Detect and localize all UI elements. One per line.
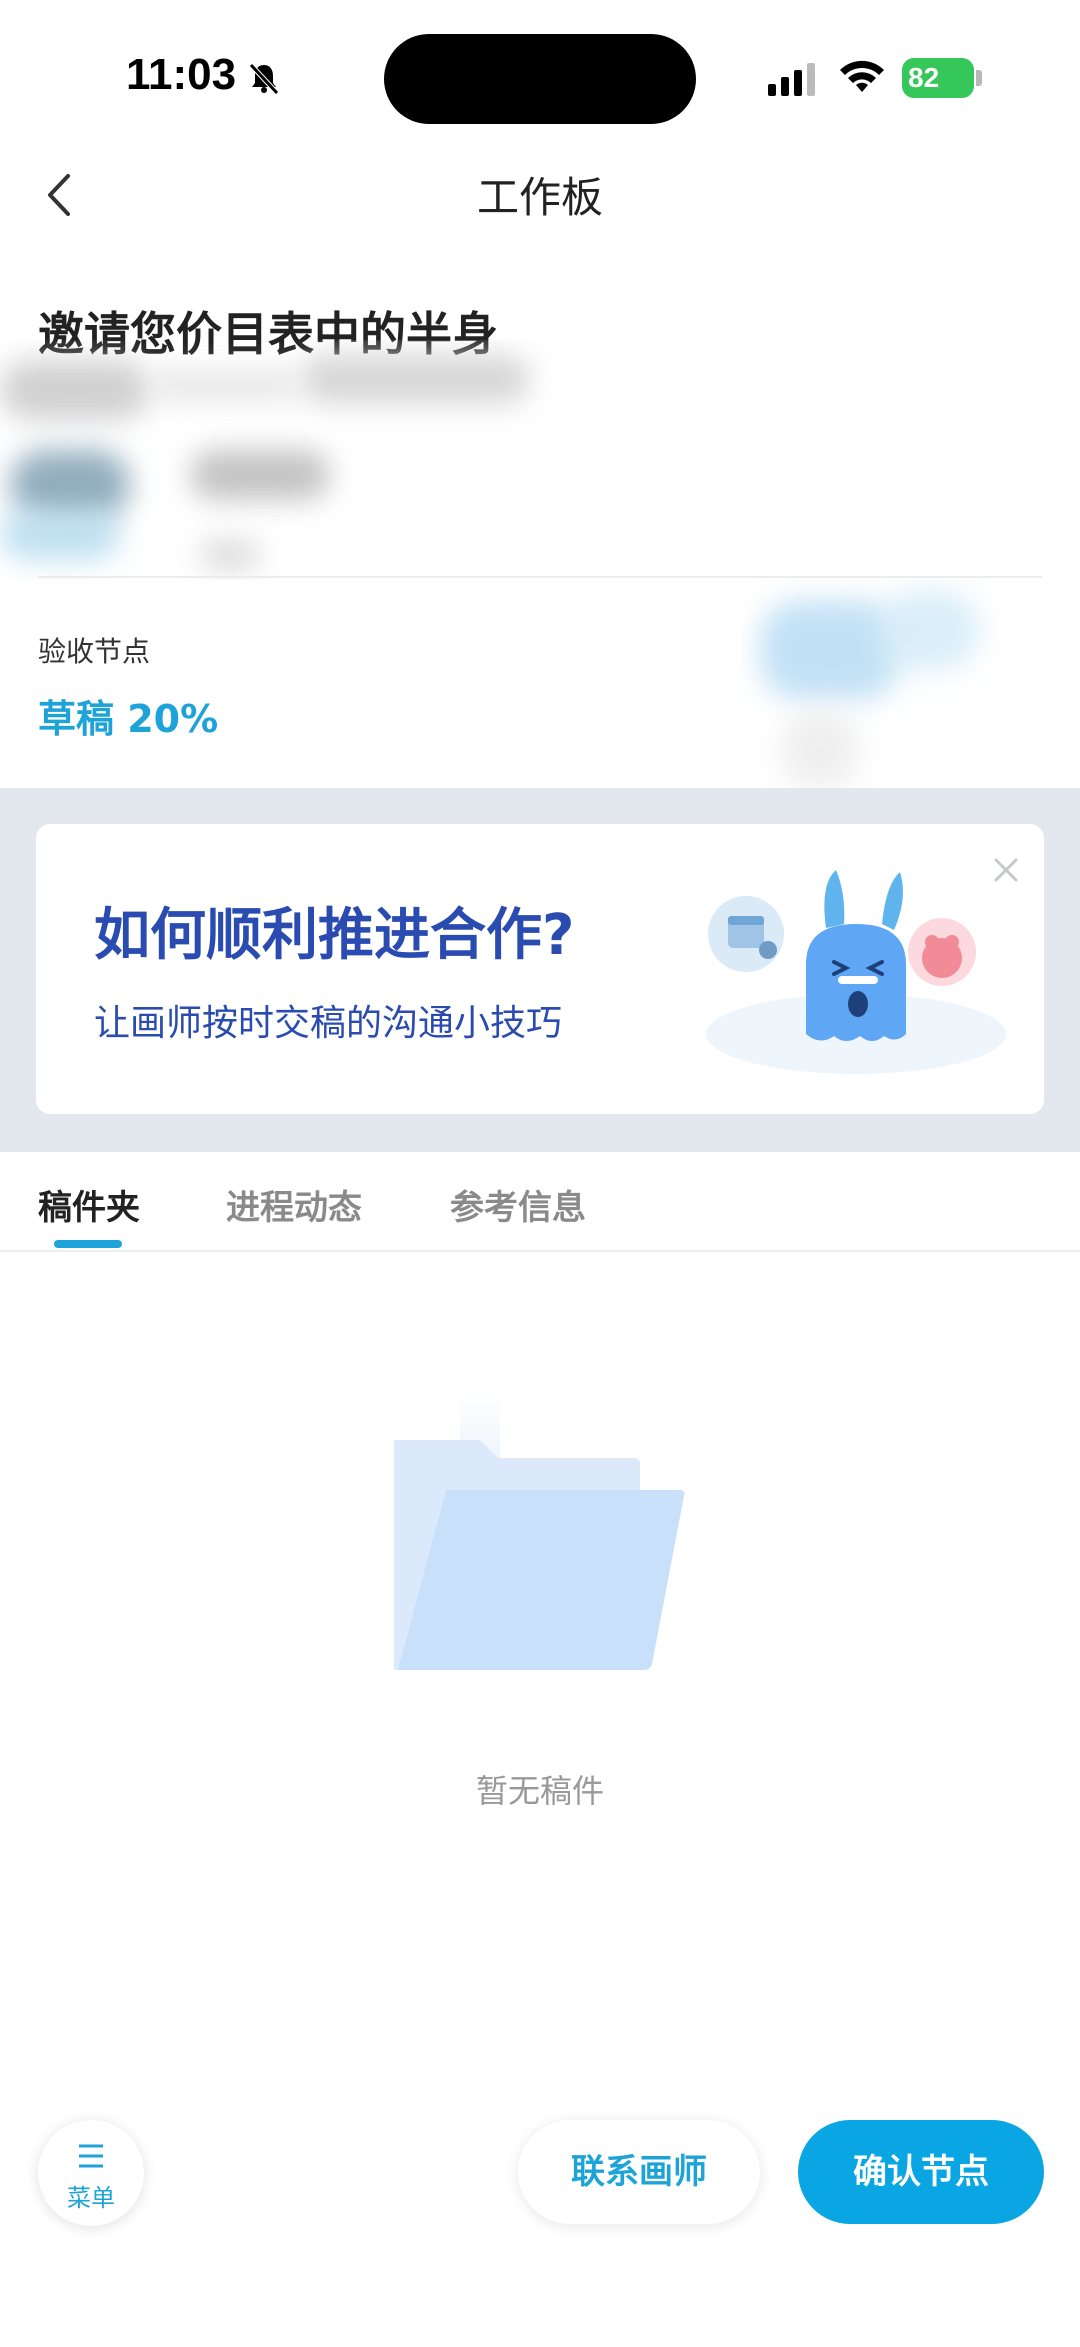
- status-bar: 11:03 82: [0, 0, 1080, 150]
- menu-icon: [79, 2144, 103, 2168]
- confirm-node-button[interactable]: 确认节点: [798, 2120, 1044, 2224]
- close-icon[interactable]: [986, 850, 1026, 890]
- banner-title: 如何顺利推进合作?: [94, 903, 575, 968]
- bell-muted-icon: [249, 63, 279, 95]
- workboard-page: 11:03 82 工作板 邀请您价目表中的半身 验收节点 草稿 20% 如何顺利…: [0, 0, 1080, 2347]
- acceptance-node-value: 草稿 20%: [38, 697, 219, 741]
- tab-bar: 稿件夹 进程动态 参考信息: [0, 1152, 1080, 1252]
- empty-state-text: 暂无稿件: [475, 1772, 604, 1810]
- tips-banner[interactable]: 如何顺利推进合作? 让画师按时交稿的沟通小技巧: [36, 824, 1044, 1114]
- battery-icon: 82: [902, 58, 974, 98]
- mascot-illustration: [706, 870, 1006, 1074]
- status-time: 11:03: [126, 50, 237, 99]
- acceptance-node-label: 验收节点: [38, 635, 151, 668]
- battery-tip: [976, 70, 982, 86]
- dynamic-island: [384, 34, 696, 124]
- page-title: 工作板: [476, 173, 603, 222]
- tab-progress[interactable]: 进程动态: [226, 1180, 362, 1229]
- contact-artist-button[interactable]: 联系画师: [518, 2120, 760, 2224]
- banner-subtitle: 让画师按时交稿的沟通小技巧: [94, 1003, 563, 1044]
- tab-drafts[interactable]: 稿件夹: [38, 1180, 140, 1229]
- wifi-icon: [840, 60, 884, 92]
- menu-label: 菜单: [67, 2184, 115, 2212]
- empty-folder-icon: [394, 1390, 685, 1670]
- redacted-watermark: [740, 580, 1000, 820]
- signal-icon: [768, 63, 815, 96]
- divider: [38, 576, 1042, 578]
- active-tab-indicator: [54, 1240, 122, 1248]
- tab-reference[interactable]: 参考信息: [450, 1180, 586, 1229]
- redacted-content: [0, 340, 560, 580]
- battery-level: 82: [908, 62, 940, 93]
- banner-section: 如何顺利推进合作? 让画师按时交稿的沟通小技巧: [0, 788, 1080, 1152]
- menu-button[interactable]: 菜单: [38, 2120, 144, 2226]
